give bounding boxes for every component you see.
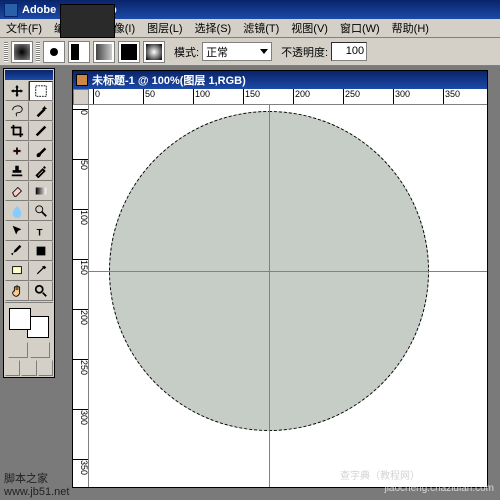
ruler-tick: 0 <box>73 109 89 115</box>
screen-mode-3[interactable] <box>38 360 53 376</box>
ruler-tick: 250 <box>73 359 89 375</box>
menu-file[interactable]: 文件(F) <box>0 18 48 38</box>
document-icon <box>76 74 88 86</box>
notes-tool[interactable] <box>5 261 29 281</box>
watermark-text-3: 查字典（教程网） <box>340 467 420 482</box>
dodge-tool[interactable] <box>29 201 53 221</box>
ruler-tick: 100 <box>73 209 89 225</box>
mode-icon-1[interactable] <box>68 41 90 63</box>
ruler-tick: 300 <box>73 409 89 425</box>
ruler-tick: 50 <box>73 159 89 170</box>
watermark-text-2: 脚本之家www.jb51.net <box>4 470 69 498</box>
ruler-corner <box>73 89 89 105</box>
toolbox-title-bar[interactable] <box>5 70 53 80</box>
ruler-tick: 0 <box>93 89 100 105</box>
eyedrop-tool[interactable] <box>29 261 53 281</box>
opacity-input[interactable]: 100 <box>331 42 367 61</box>
ruler-tick: 150 <box>243 89 260 105</box>
fg-color[interactable] <box>9 308 31 330</box>
wand-tool[interactable] <box>29 101 53 121</box>
crop-tool[interactable] <box>5 121 29 141</box>
brush-preview-button[interactable] <box>11 41 33 63</box>
blend-mode-value: 正常 <box>206 44 228 60</box>
screen-mode-2[interactable] <box>21 360 36 376</box>
brush-picker[interactable] <box>43 41 65 63</box>
gradient-tool[interactable] <box>29 181 53 201</box>
menu-window[interactable]: 窗口(W) <box>334 18 386 38</box>
hand-tool[interactable] <box>5 281 29 301</box>
ruler-tick: 350 <box>73 459 89 475</box>
heal-tool[interactable] <box>5 141 29 161</box>
history-brush-tool[interactable] <box>29 161 53 181</box>
horizontal-guide[interactable] <box>89 271 487 272</box>
svg-text:T: T <box>37 227 43 238</box>
menu-filter[interactable]: 滤镜(T) <box>237 18 285 38</box>
menu-layer[interactable]: 图层(L) <box>141 18 188 38</box>
ruler-tick: 200 <box>73 309 89 325</box>
chevron-down-icon <box>260 49 268 54</box>
mode-icon-4[interactable] <box>143 41 165 63</box>
ruler-tick: 50 <box>143 89 155 105</box>
ruler-tick: 100 <box>193 89 210 105</box>
ruler-tick: 200 <box>293 89 310 105</box>
watermark-text: jiaocheng.chazidian.com <box>384 483 494 494</box>
menu-view[interactable]: 视图(V) <box>285 18 334 38</box>
brush-tool[interactable] <box>29 141 53 161</box>
ruler-tick: 350 <box>443 89 460 105</box>
blend-mode-select[interactable]: 正常 <box>202 42 272 61</box>
type-tool[interactable]: T <box>29 221 53 241</box>
document-title: 未标题-1 @ 100%(图层 1,RGB) <box>92 72 246 88</box>
pen-tool[interactable] <box>5 241 29 261</box>
horizontal-ruler[interactable]: 0 50 100 150 200 250 300 350 <box>89 89 487 105</box>
shape-tool[interactable] <box>29 241 53 261</box>
ruler-tick: 300 <box>393 89 410 105</box>
eraser-tool[interactable] <box>5 181 29 201</box>
color-swap[interactable] <box>5 306 53 340</box>
zoom-tool[interactable] <box>29 281 53 301</box>
document-window: 未标题-1 @ 100%(图层 1,RGB) 0 50 100 150 200 250 30… <box>72 70 488 488</box>
workspace: T 未标题-1 @ 100%(图层 1,RGB) 0 50 100 150 200 250… <box>0 66 500 500</box>
path-select-tool[interactable] <box>5 221 29 241</box>
blur-tool[interactable] <box>5 201 29 221</box>
vertical-guide[interactable] <box>269 105 270 487</box>
mode-label: 模式: <box>174 44 199 60</box>
brush-preview-panel <box>60 4 115 38</box>
grip-icon[interactable] <box>36 42 40 62</box>
options-bar: 模式: 正常 不透明度: 100 <box>0 38 500 66</box>
app-icon <box>4 3 18 17</box>
grip-icon[interactable] <box>4 42 8 62</box>
document-title-bar[interactable]: 未标题-1 @ 100%(图层 1,RGB) <box>73 71 487 89</box>
slice-tool[interactable] <box>29 121 53 141</box>
move-tool[interactable] <box>5 81 29 101</box>
standard-mode-button[interactable] <box>8 342 28 358</box>
mode-icon-3[interactable] <box>118 41 140 63</box>
toolbox: T <box>3 68 55 378</box>
opacity-label: 不透明度: <box>281 44 328 60</box>
ruler-tick: 250 <box>343 89 360 105</box>
quickmask-button[interactable] <box>30 342 50 358</box>
lasso-tool[interactable] <box>5 101 29 121</box>
mode-icon-2[interactable] <box>93 41 115 63</box>
marquee-tool[interactable] <box>29 81 53 101</box>
canvas[interactable] <box>89 105 487 487</box>
ruler-tick: 150 <box>73 259 89 275</box>
menu-select[interactable]: 选择(S) <box>189 18 238 38</box>
screen-mode-1[interactable] <box>5 360 20 376</box>
vertical-ruler[interactable]: 0 50 100 150 200 250 300 350 <box>73 105 89 487</box>
menu-help[interactable]: 帮助(H) <box>386 18 435 38</box>
stamp-tool[interactable] <box>5 161 29 181</box>
